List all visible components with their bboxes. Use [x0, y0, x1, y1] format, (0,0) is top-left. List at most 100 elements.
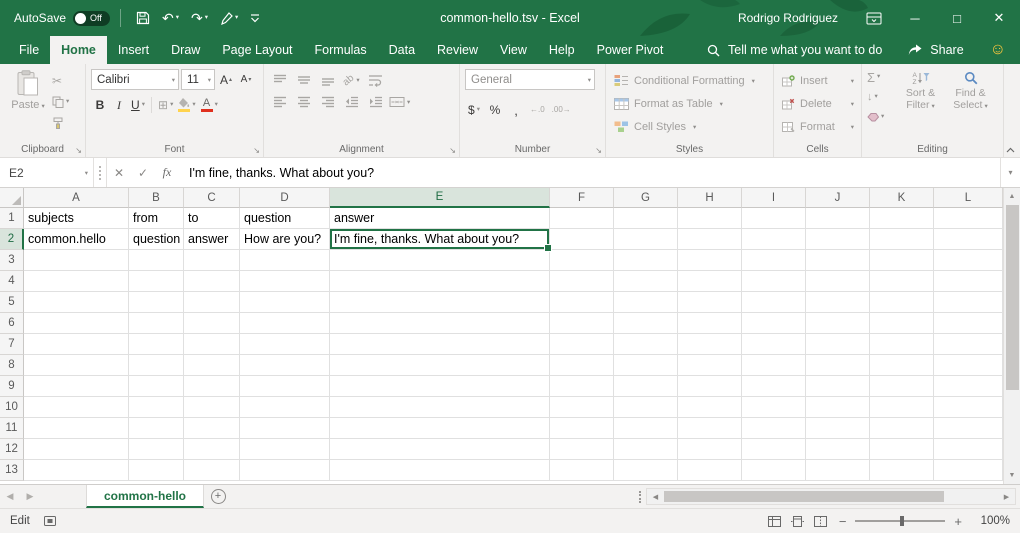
fill-button[interactable]: ↓▾ — [867, 89, 894, 105]
cell-J6[interactable] — [806, 313, 870, 334]
column-header-A[interactable]: A — [24, 188, 129, 208]
vertical-scrollbar[interactable]: ▲ ▼ — [1003, 188, 1020, 484]
name-box[interactable]: E2 ▾ — [0, 158, 94, 187]
cell-A13[interactable] — [24, 460, 129, 481]
autosum-button[interactable]: Σ▾ — [867, 69, 894, 85]
cell-K4[interactable] — [870, 271, 934, 292]
cell-C1[interactable]: to — [184, 208, 240, 229]
cell-K3[interactable] — [870, 250, 934, 271]
cell-J3[interactable] — [806, 250, 870, 271]
cell-E10[interactable] — [330, 397, 550, 418]
cell-L9[interactable] — [934, 376, 1003, 397]
cell-I2[interactable] — [742, 229, 806, 250]
expand-formula-bar-button[interactable]: ▾ — [1000, 158, 1020, 187]
page-break-view-button[interactable] — [814, 516, 827, 527]
cell-J13[interactable] — [806, 460, 870, 481]
tab-formulas[interactable]: Formulas — [304, 36, 378, 64]
cell-A8[interactable] — [24, 355, 129, 376]
cell-H5[interactable] — [678, 292, 742, 313]
cell-F3[interactable] — [550, 250, 614, 271]
cell-I10[interactable] — [742, 397, 806, 418]
zoom-out-button[interactable]: − — [839, 515, 847, 528]
cell-C8[interactable] — [184, 355, 240, 376]
cell-J11[interactable] — [806, 418, 870, 439]
save-button[interactable] — [131, 5, 155, 31]
chevron-down-icon[interactable]: ▾ — [85, 169, 88, 177]
cell-G9[interactable] — [614, 376, 678, 397]
cell-G8[interactable] — [614, 355, 678, 376]
cell-I7[interactable] — [742, 334, 806, 355]
cell-K6[interactable] — [870, 313, 934, 334]
cell-A7[interactable] — [24, 334, 129, 355]
cell-K5[interactable] — [870, 292, 934, 313]
cell-K9[interactable] — [870, 376, 934, 397]
horizontal-scrollbar[interactable]: ◀ ▶ — [646, 488, 1016, 505]
cell-J4[interactable] — [806, 271, 870, 292]
center-button[interactable] — [293, 93, 314, 111]
cell-B11[interactable] — [129, 418, 184, 439]
borders-button[interactable]: ⊞▾ — [156, 95, 175, 115]
cell-J1[interactable] — [806, 208, 870, 229]
column-header-E[interactable]: E — [330, 188, 550, 208]
cell-B4[interactable] — [129, 271, 184, 292]
cell-D5[interactable] — [240, 292, 330, 313]
cell-G13[interactable] — [614, 460, 678, 481]
close-button[interactable]: ✕ — [978, 0, 1020, 36]
cell-C6[interactable] — [184, 313, 240, 334]
cell-H9[interactable] — [678, 376, 742, 397]
bottom-align-button[interactable] — [317, 71, 338, 89]
cut-button[interactable]: ✂ — [52, 73, 69, 89]
vertical-scroll-thumb[interactable] — [1006, 205, 1019, 390]
decrease-font-size-button[interactable]: A▾ — [237, 70, 255, 90]
font-dialog-launcher[interactable]: ↘ — [253, 147, 260, 155]
cell-A2[interactable]: common.hello — [24, 229, 129, 250]
scroll-left-icon[interactable]: ◀ — [647, 489, 664, 504]
formula-bar-splitter[interactable] — [94, 158, 107, 187]
cell-D3[interactable] — [240, 250, 330, 271]
cancel-button[interactable]: ✕ — [107, 158, 131, 187]
column-header-L[interactable]: L — [934, 188, 1003, 208]
cell-styles-button[interactable]: Cell Styles▾ — [611, 115, 768, 138]
ribbon-display-options-button[interactable] — [854, 0, 894, 36]
cell-B8[interactable] — [129, 355, 184, 376]
cell-A9[interactable] — [24, 376, 129, 397]
cell-F7[interactable] — [550, 334, 614, 355]
cell-C9[interactable] — [184, 376, 240, 397]
tab-file[interactable]: File — [8, 36, 50, 64]
tab-home[interactable]: Home — [50, 36, 107, 64]
collapse-ribbon-button[interactable] — [1006, 147, 1015, 153]
new-sheet-button[interactable]: + — [204, 485, 232, 508]
cell-K10[interactable] — [870, 397, 934, 418]
format-painter-button[interactable] — [52, 115, 69, 131]
cell-K1[interactable] — [870, 208, 934, 229]
zoom-slider-thumb[interactable] — [900, 516, 904, 526]
row-header-6[interactable]: 6 — [0, 313, 24, 334]
cell-H2[interactable] — [678, 229, 742, 250]
cell-F8[interactable] — [550, 355, 614, 376]
zoom-percentage[interactable]: 100% — [974, 515, 1010, 527]
macro-record-button[interactable] — [44, 516, 56, 526]
cell-L8[interactable] — [934, 355, 1003, 376]
zoom-slider[interactable] — [855, 520, 945, 522]
cell-I8[interactable] — [742, 355, 806, 376]
cell-F5[interactable] — [550, 292, 614, 313]
cell-C10[interactable] — [184, 397, 240, 418]
share-button[interactable]: Share — [908, 43, 963, 57]
tab-review[interactable]: Review — [426, 36, 489, 64]
cell-B9[interactable] — [129, 376, 184, 397]
zoom-in-button[interactable]: + — [954, 515, 962, 528]
bold-button[interactable]: B — [91, 95, 109, 115]
insert-function-button[interactable]: fx — [155, 158, 179, 187]
cell-E8[interactable] — [330, 355, 550, 376]
cell-I5[interactable] — [742, 292, 806, 313]
maximize-button[interactable]: □ — [936, 0, 978, 36]
cell-B13[interactable] — [129, 460, 184, 481]
find-select-button[interactable]: Find & Select▾ — [947, 69, 994, 113]
column-header-I[interactable]: I — [742, 188, 806, 208]
cell-B3[interactable] — [129, 250, 184, 271]
tab-draw[interactable]: Draw — [160, 36, 211, 64]
row-header-13[interactable]: 13 — [0, 460, 24, 481]
cell-F9[interactable] — [550, 376, 614, 397]
cell-F10[interactable] — [550, 397, 614, 418]
cell-F12[interactable] — [550, 439, 614, 460]
